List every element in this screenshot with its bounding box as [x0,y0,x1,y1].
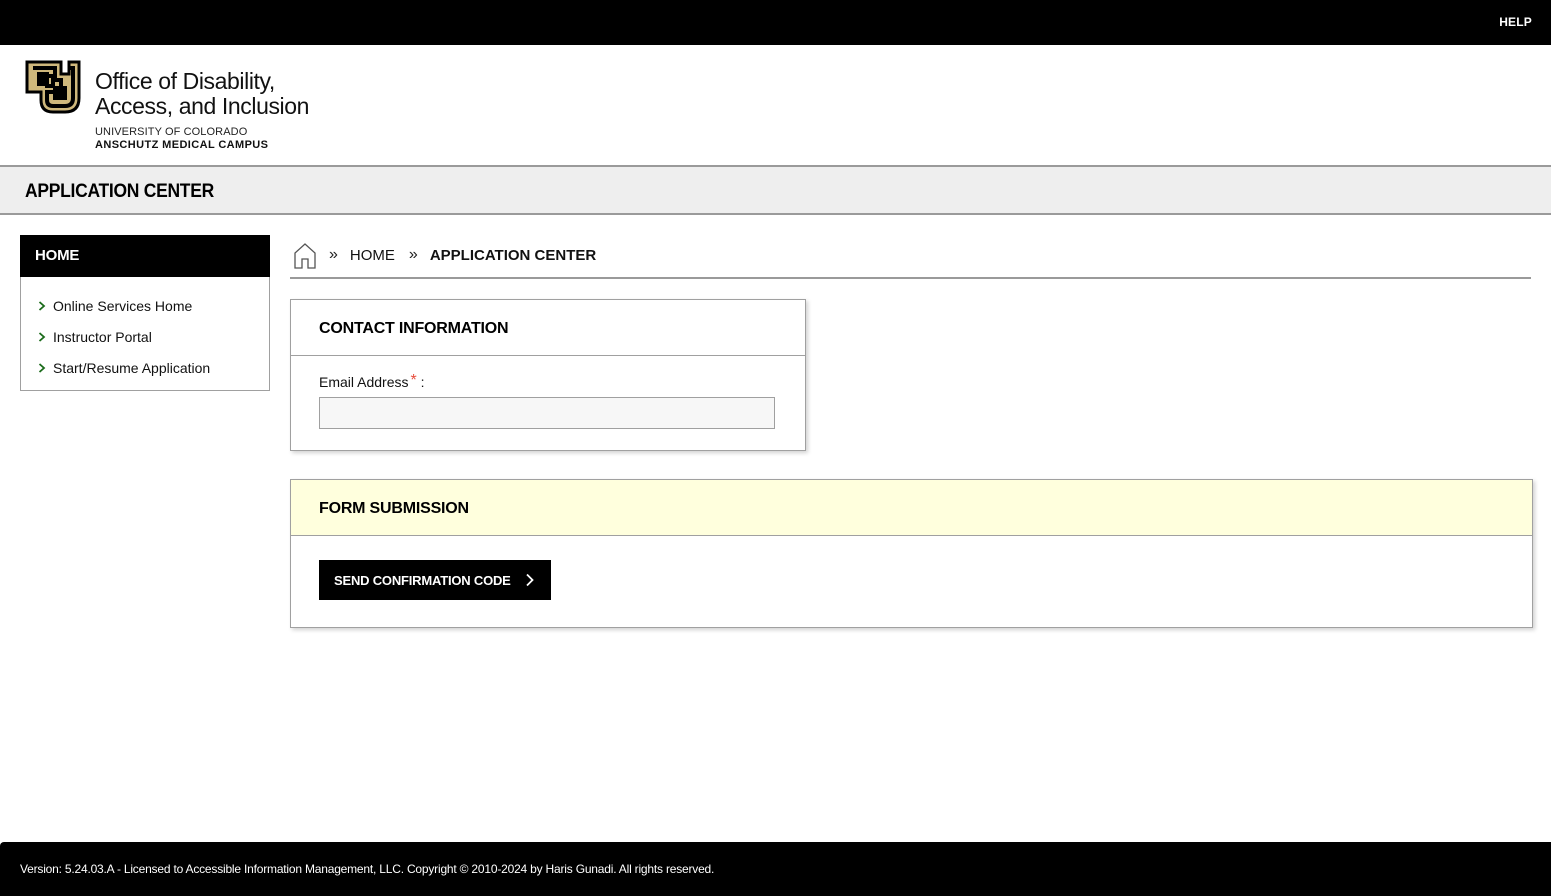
send-button-label: SEND CONFIRMATION CODE [334,572,511,588]
sidebar: HOME Online Services Home Instructor Por… [20,235,270,391]
send-confirmation-code-button[interactable]: SEND CONFIRMATION CODE [319,560,551,600]
sidebar-item-online-services-home[interactable]: Online Services Home [21,290,269,321]
logo-title-line2: Access, and Inclusion [95,93,310,119]
email-label-text: Email Address [319,374,409,390]
sidebar-item-label: Online Services Home [53,297,193,314]
sidebar-item-instructor-portal[interactable]: Instructor Portal [21,321,269,352]
label-suffix: : [420,374,425,390]
breadcrumb: » HOME » APPLICATION CENTER [290,242,1531,279]
logo-university: UNIVERSITY OF COLORADO [95,126,248,138]
form-submission-card: FORM SUBMISSION SEND CONFIRMATION CODE [290,479,1533,628]
sidebar-item-start-resume-application[interactable]: Start/Resume Application [21,352,269,383]
chevron-right-icon [36,331,48,343]
chevron-right-icon [36,300,48,312]
home-icon[interactable] [293,242,317,270]
footer: Version: 5.24.03.A - Licensed to Accessi… [0,842,1551,896]
cu-logo-icon [25,60,81,114]
form-submission-heading: FORM SUBMISSION [291,480,1532,536]
top-bar: HELP [0,0,1551,45]
contact-information-heading: CONTACT INFORMATION [291,300,805,356]
page-title: APPLICATION CENTER [25,181,214,202]
breadcrumb-home-link[interactable]: HOME [350,247,395,264]
help-link[interactable]: HELP [1499,15,1532,29]
sidebar-item-label: Start/Resume Application [53,359,211,376]
logo-title-line1: Office of Disability, [95,68,275,94]
email-label: Email Address * : [319,372,425,392]
logo-campus: ANSCHUTZ MEDICAL CAMPUS [95,139,269,151]
chevron-right-icon [36,362,48,374]
sidebar-heading: HOME [20,235,270,277]
breadcrumb-separator: » [329,245,338,263]
breadcrumb-separator: » [408,245,418,263]
contact-information-card: CONTACT INFORMATION Email Address * : [290,299,806,451]
chevron-right-icon [525,573,535,587]
email-input[interactable] [319,397,775,429]
breadcrumb-current: APPLICATION CENTER [429,247,597,264]
required-marker: * [410,372,417,389]
page-title-bar: APPLICATION CENTER [0,165,1551,215]
sidebar-list: Online Services Home Instructor Portal S… [20,277,270,391]
footer-copyright: Version: 5.24.03.A - Licensed to Accessi… [20,862,715,876]
logo[interactable]: Office of Disability, Access, and Inclus… [20,55,326,155]
sidebar-item-label: Instructor Portal [53,328,152,345]
